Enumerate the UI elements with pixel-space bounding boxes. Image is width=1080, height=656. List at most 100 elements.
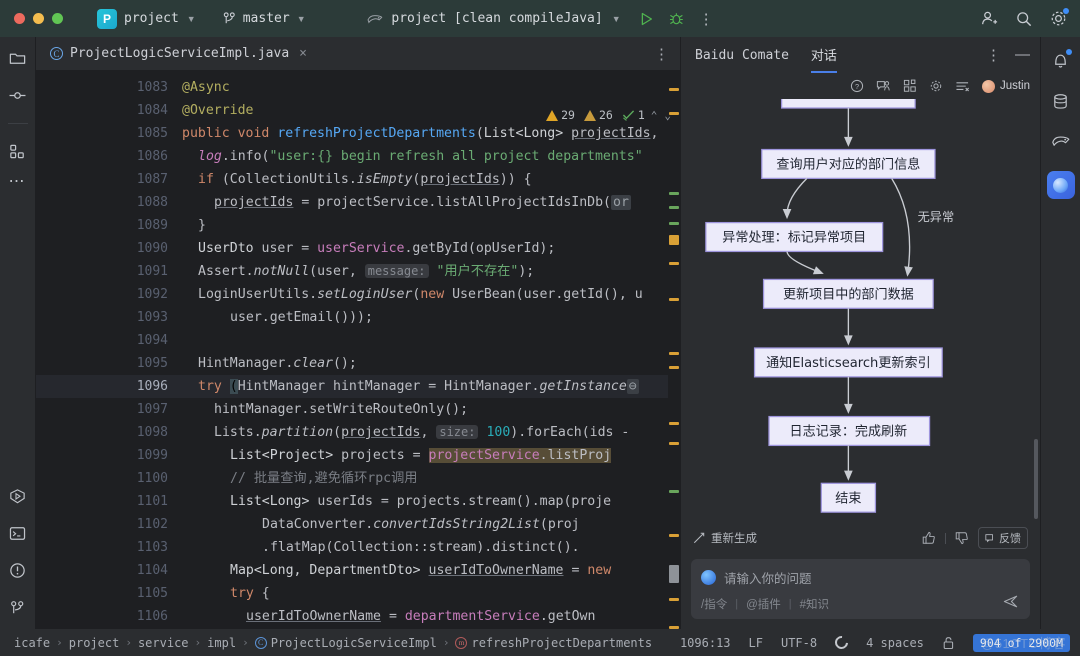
- gutter-line-number[interactable]: 1088: [36, 191, 178, 214]
- code-line[interactable]: Map<Long, DepartmentDto> userIdToOwnerNa…: [178, 559, 680, 582]
- gutter-line-number[interactable]: 1105: [36, 582, 178, 605]
- gutter-line-number[interactable]: 1101: [36, 490, 178, 513]
- code-line[interactable]: [178, 329, 680, 352]
- code-content[interactable]: @Async@Overridepublic void refreshProjec…: [178, 70, 680, 629]
- code-line[interactable]: HintManager.clear();: [178, 352, 680, 375]
- gutter-line-number[interactable]: 1099: [36, 444, 178, 467]
- gradle-button[interactable]: [1051, 133, 1071, 149]
- sidebar-item-git[interactable]: [8, 598, 27, 617]
- chevron-down-icon[interactable]: ▼: [612, 14, 621, 24]
- comate-input-box[interactable]: 请输入你的问题 /指令 | @插件 | #知识: [691, 559, 1030, 619]
- breadcrumb-item[interactable]: CProjectLogicServiceImpl: [255, 636, 437, 650]
- checks-indicator[interactable]: 1: [622, 108, 645, 122]
- breadcrumb-item[interactable]: mrefreshProjectDepartments: [455, 636, 652, 650]
- gutter-line-number[interactable]: 1094: [36, 329, 178, 352]
- gutter-line-number[interactable]: 1098: [36, 421, 178, 444]
- code-line[interactable]: List<Project> projects = projectService.…: [178, 444, 680, 467]
- comate-more-icon[interactable]: ⋮: [986, 46, 1001, 64]
- gutter-line-number[interactable]: 1103: [36, 536, 178, 559]
- regenerate-button[interactable]: 重新生成: [693, 530, 757, 546]
- tab-conversation[interactable]: 对话: [811, 37, 837, 73]
- window-controls[interactable]: [0, 13, 63, 24]
- code-line[interactable]: projectIds = projectService.listAllProje…: [178, 191, 680, 214]
- gutter-line-number[interactable]: 1102: [36, 513, 178, 536]
- comate-user[interactable]: Justin: [982, 80, 1030, 93]
- gutter-line-number[interactable]: 1096: [36, 375, 178, 398]
- gutter-line-number[interactable]: 1104: [36, 559, 178, 582]
- breadcrumb-item[interactable]: project: [69, 636, 120, 650]
- sidebar-item-project[interactable]: [8, 49, 27, 68]
- sidebar-item-more[interactable]: ⋯: [9, 179, 27, 185]
- editor-gutter[interactable]: 108310841085I108610871088108910901091109…: [36, 70, 178, 629]
- next-problem-icon[interactable]: ⌄: [663, 109, 672, 122]
- code-line[interactable]: hintManager.setWriteRouteOnly();: [178, 398, 680, 421]
- settings-button[interactable]: [1049, 9, 1068, 28]
- minimize-window-button[interactable]: [33, 13, 44, 24]
- chip-plugin[interactable]: @插件: [746, 596, 781, 612]
- sidebar-item-structure[interactable]: [8, 142, 27, 161]
- memory-indicator[interactable]: 904 of 2900M: [973, 634, 1070, 652]
- breadcrumb[interactable]: icafe›project›service›impl›CProjectLogic…: [0, 636, 652, 650]
- breadcrumb-item[interactable]: impl: [207, 636, 236, 650]
- code-line[interactable]: }: [178, 214, 680, 237]
- gutter-line-number[interactable]: 1095: [36, 352, 178, 375]
- search-button[interactable]: [1015, 10, 1033, 28]
- code-line[interactable]: if (CollectionUtils.isEmpty(projectIds))…: [178, 168, 680, 191]
- help-icon[interactable]: ?: [850, 79, 864, 93]
- prev-problem-icon[interactable]: ⌃: [650, 109, 659, 122]
- gutter-line-number[interactable]: 1091: [36, 260, 178, 283]
- code-line[interactable]: // 批量查询,避免循环rpc调用: [178, 467, 680, 490]
- code-line[interactable]: userIdToOwnerName = departmentService.ge…: [178, 605, 680, 628]
- gutter-line-number[interactable]: 1083: [36, 76, 178, 99]
- gutter-line-number[interactable]: 1086: [36, 145, 178, 168]
- debug-button[interactable]: [669, 11, 685, 27]
- history-list-icon[interactable]: [955, 80, 970, 93]
- gutter-line-number[interactable]: 1106: [36, 605, 178, 628]
- sidebar-item-terminal[interactable]: [8, 524, 27, 543]
- code-line[interactable]: user.getEmail()));: [178, 306, 680, 329]
- editor-area[interactable]: 29 26 1 ⌃ ⌄ 10: [36, 70, 680, 629]
- comate-minimize-icon[interactable]: —: [1015, 51, 1030, 59]
- comate-button[interactable]: [1047, 171, 1075, 199]
- code-line[interactable]: UserDto user = userService.getById(opUse…: [178, 237, 680, 260]
- gutter-line-number[interactable]: 1097: [36, 398, 178, 421]
- tab-options-icon[interactable]: ⋮: [654, 45, 670, 63]
- thumbs-down-icon[interactable]: [955, 531, 969, 545]
- feedback-chat-icon[interactable]: [876, 79, 891, 93]
- editor-marker-strip[interactable]: [668, 70, 680, 629]
- plugins-grid-icon[interactable]: [903, 79, 917, 93]
- code-line[interactable]: Assert.notNull(user, message: "用户不存在");: [178, 260, 680, 283]
- gutter-line-number[interactable]: 1084: [36, 99, 178, 122]
- comate-input-placeholder[interactable]: 请输入你的问题: [724, 568, 812, 587]
- maximize-window-button[interactable]: [52, 13, 63, 24]
- sync-icon[interactable]: [832, 633, 850, 651]
- breadcrumb-item[interactable]: service: [138, 636, 189, 650]
- feedback-button[interactable]: 反馈: [978, 527, 1028, 549]
- gutter-line-number[interactable]: 1090: [36, 237, 178, 260]
- gutter-line-number[interactable]: 1089: [36, 214, 178, 237]
- thumbs-up-icon[interactable]: [922, 531, 936, 545]
- close-window-button[interactable]: [14, 13, 25, 24]
- code-line[interactable]: DataConverter.convertIdsString2List(proj: [178, 513, 680, 536]
- sidebar-item-commit[interactable]: [8, 86, 27, 105]
- indent-setting[interactable]: 4 spaces: [866, 636, 924, 650]
- chat-scrollbar[interactable]: [1034, 439, 1038, 519]
- lock-icon[interactable]: [942, 636, 955, 650]
- settings-gear-icon[interactable]: [929, 79, 943, 93]
- database-button[interactable]: [1051, 92, 1070, 111]
- sidebar-item-problems[interactable]: [8, 561, 27, 580]
- inspections-widget[interactable]: 29 26 1 ⌃ ⌄: [546, 108, 672, 122]
- code-line[interactable]: LoginUserUtils.setLoginUser(new UserBean…: [178, 283, 680, 306]
- code-line[interactable]: Lists.partition(projectIds, size: 100).f…: [178, 421, 680, 444]
- code-line[interactable]: .flatMap(Collection::stream).distinct().: [178, 536, 680, 559]
- comate-conversation[interactable]: 查询用户对应的部门信息 无异常 异常处理：标记异常项目 更新项目中的部门数据: [681, 99, 1040, 523]
- project-selector[interactable]: P project ▼: [97, 9, 196, 29]
- code-line[interactable]: public void refreshProjectDepartments(Li…: [178, 122, 680, 145]
- weak-warnings-indicator[interactable]: 26: [584, 108, 613, 122]
- branch-selector[interactable]: master ▼: [222, 11, 306, 26]
- run-configuration-label[interactable]: project [clean compileJava]: [391, 11, 602, 26]
- send-button[interactable]: [1003, 594, 1018, 614]
- breadcrumb-item[interactable]: icafe: [14, 636, 50, 650]
- close-tab-icon[interactable]: ×: [299, 46, 307, 61]
- code-line[interactable]: log.info("user:{} begin refresh all proj…: [178, 145, 680, 168]
